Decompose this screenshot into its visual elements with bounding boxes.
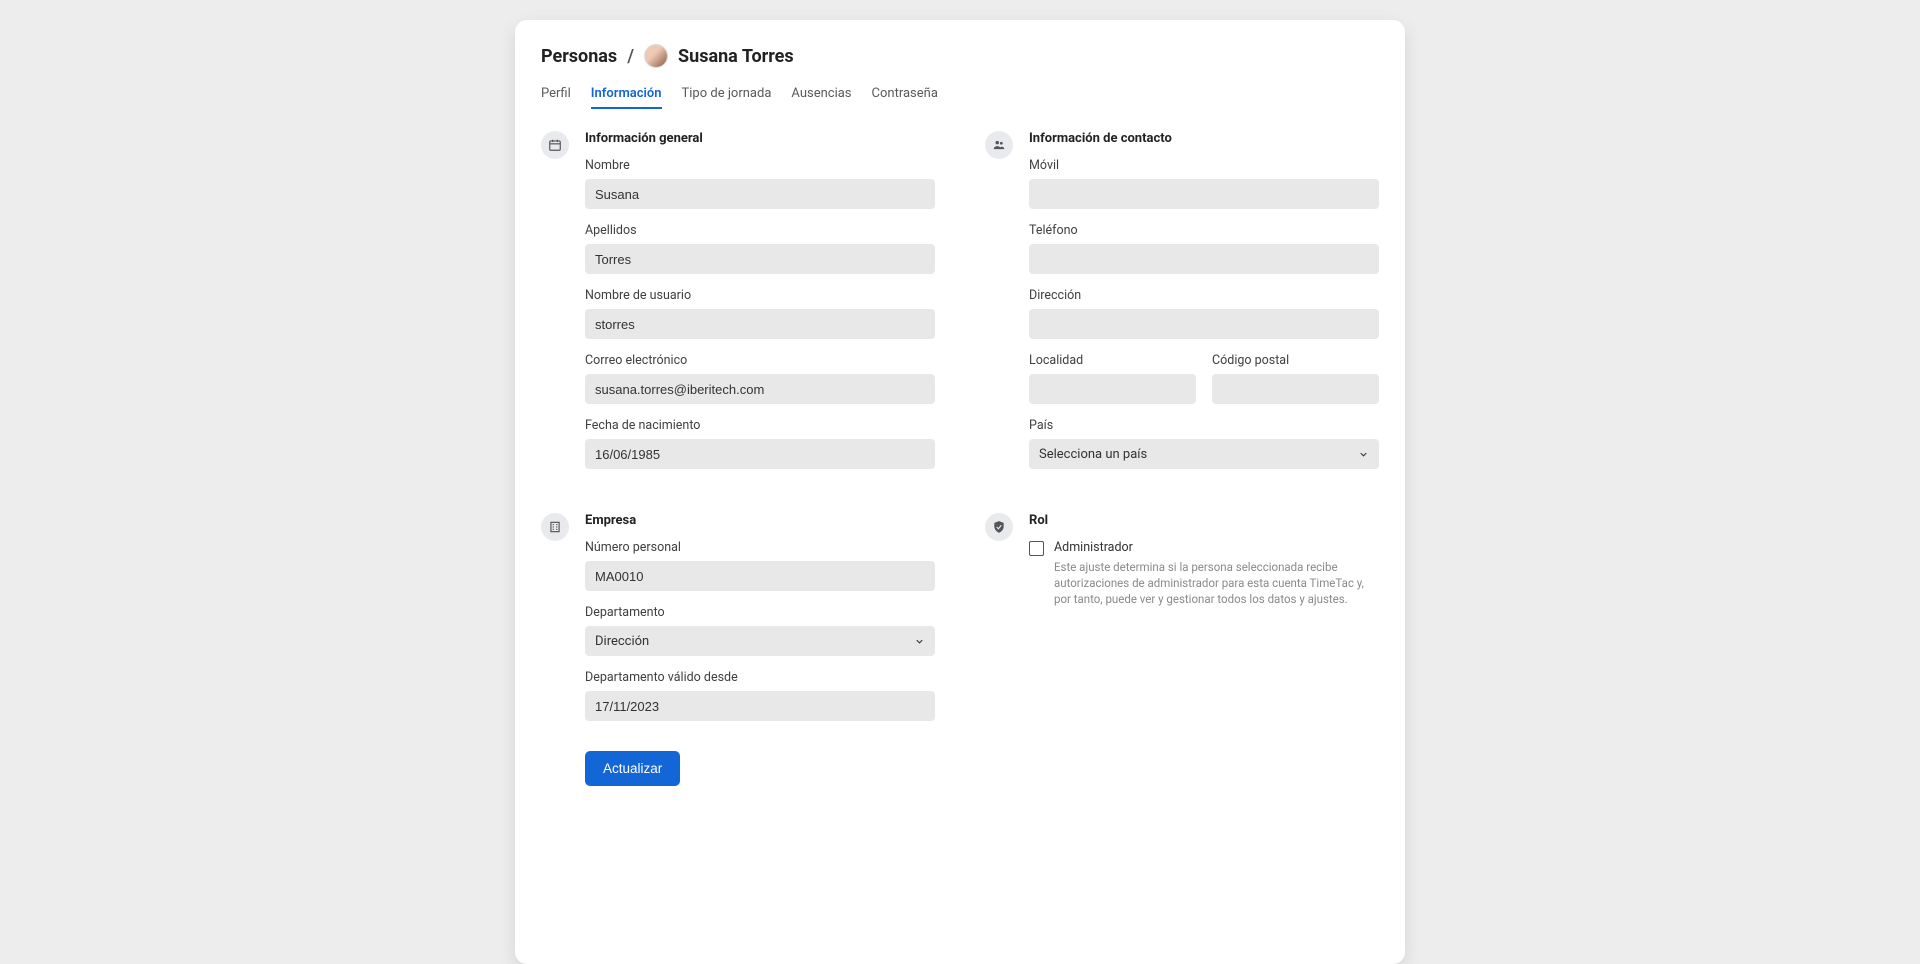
section-title-company: Empresa (585, 513, 935, 528)
section-contact: Información de contacto Móvil Teléfono D… (985, 131, 1379, 483)
tab-tipo-jornada[interactable]: Tipo de jornada (682, 80, 772, 109)
breadcrumb-separator: / (627, 46, 634, 67)
tabs: Perfil Información Tipo de jornada Ausen… (541, 80, 1379, 109)
select-departamento-value: Dirección (595, 634, 649, 649)
input-apellidos[interactable] (585, 244, 935, 274)
section-general: Información general Nombre Apellidos Nom… (541, 131, 935, 483)
input-direccion[interactable] (1029, 309, 1379, 339)
input-movil[interactable] (1029, 179, 1379, 209)
label-apellidos: Apellidos (585, 223, 935, 238)
label-codigo-postal: Código postal (1212, 353, 1379, 368)
input-nombre[interactable] (585, 179, 935, 209)
breadcrumb: Personas / Susana Torres (541, 44, 1379, 68)
select-departamento[interactable]: Dirección (585, 626, 935, 656)
section-role: Rol Administrador Este ajuste determina … (985, 513, 1379, 735)
section-title-role: Rol (1029, 513, 1379, 528)
section-title-general: Información general (585, 131, 935, 146)
breadcrumb-root[interactable]: Personas (541, 46, 617, 67)
label-departamento: Departamento (585, 605, 935, 620)
building-icon (541, 513, 569, 541)
input-email[interactable] (585, 374, 935, 404)
select-pais[interactable]: Selecciona un país (1029, 439, 1379, 469)
tab-contrasena[interactable]: Contraseña (872, 80, 938, 109)
section-title-contact: Información de contacto (1029, 131, 1379, 146)
label-movil: Móvil (1029, 158, 1379, 173)
checkbox-administrador[interactable] (1029, 541, 1044, 556)
input-telefono[interactable] (1029, 244, 1379, 274)
label-localidad: Localidad (1029, 353, 1196, 368)
label-email: Correo electrónico (585, 353, 935, 368)
desc-administrador: Este ajuste determina si la persona sele… (1054, 559, 1374, 607)
section-company: Empresa Número personal Departamento Dir… (541, 513, 935, 735)
select-pais-value: Selecciona un país (1039, 447, 1147, 462)
tab-perfil[interactable]: Perfil (541, 80, 571, 109)
input-numero-personal[interactable] (585, 561, 935, 591)
profile-card: Personas / Susana Torres Perfil Informac… (515, 20, 1405, 964)
breadcrumb-current: Susana Torres (678, 46, 794, 67)
calendar-icon (541, 131, 569, 159)
tab-informacion[interactable]: Información (591, 80, 662, 109)
update-button[interactable]: Actualizar (585, 751, 680, 786)
input-username[interactable] (585, 309, 935, 339)
tab-ausencias[interactable]: Ausencias (791, 80, 851, 109)
people-icon (985, 131, 1013, 159)
input-localidad[interactable] (1029, 374, 1196, 404)
input-birth[interactable] (585, 439, 935, 469)
label-telefono: Teléfono (1029, 223, 1379, 238)
label-direccion: Dirección (1029, 288, 1379, 303)
label-numero-personal: Número personal (585, 540, 935, 555)
shield-check-icon (985, 513, 1013, 541)
avatar (644, 44, 668, 68)
label-username: Nombre de usuario (585, 288, 935, 303)
label-administrador: Administrador (1054, 540, 1374, 555)
label-departamento-valido: Departamento válido desde (585, 670, 935, 685)
chevron-down-icon (913, 635, 925, 647)
label-nombre: Nombre (585, 158, 935, 173)
input-departamento-valido[interactable] (585, 691, 935, 721)
input-codigo-postal[interactable] (1212, 374, 1379, 404)
label-pais: País (1029, 418, 1379, 433)
chevron-down-icon (1357, 448, 1369, 460)
label-birth: Fecha de nacimiento (585, 418, 935, 433)
